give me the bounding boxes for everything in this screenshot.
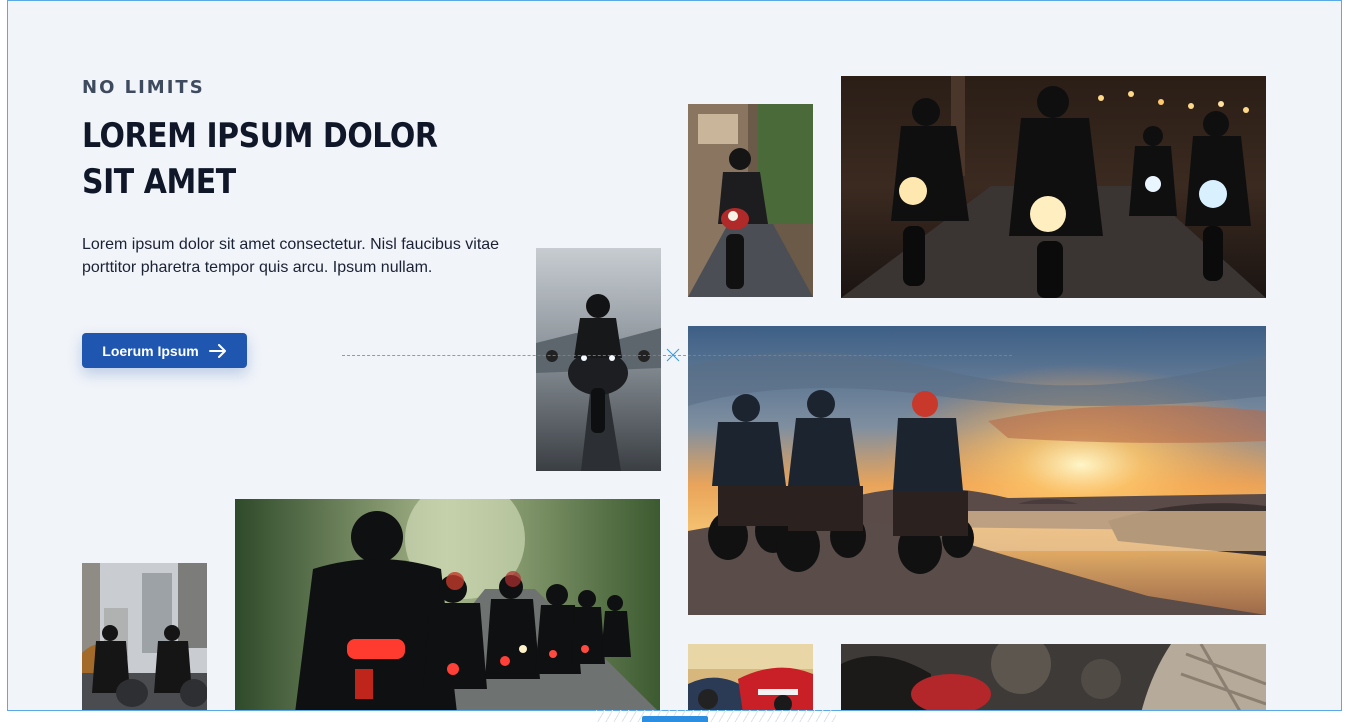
photo-rider-highway-front <box>536 248 661 471</box>
cta-label: Loerum Ipsum <box>102 342 199 359</box>
photo-riders-sunset-cliff <box>688 326 1266 615</box>
hero-description: Lorem ipsum dolor sit amet consectetur. … <box>82 236 500 276</box>
primary-cta-button[interactable]: Loerum Ipsum <box>82 333 247 368</box>
arrow-right-icon <box>208 343 226 358</box>
hero-section: NO LIMITS LOREM IPSUM DOLOR SIT AMET Lor… <box>7 0 1342 711</box>
photo-rider-city-street <box>688 104 813 297</box>
photo-rider-closeup <box>841 644 1266 710</box>
guide-cross-icon <box>666 348 680 362</box>
eyebrow-text: NO LIMITS <box>82 77 205 98</box>
selection-hatch <box>596 710 836 722</box>
photo-riders-forest-road <box>235 499 660 710</box>
page-title: LOREM IPSUM DOLOR SIT AMET <box>82 116 438 202</box>
dimension-tag <box>642 716 708 722</box>
photo-motorcycle-showroom <box>688 644 813 710</box>
photo-riders-city-skyline <box>82 563 207 710</box>
photo-riders-night-group <box>841 76 1266 298</box>
